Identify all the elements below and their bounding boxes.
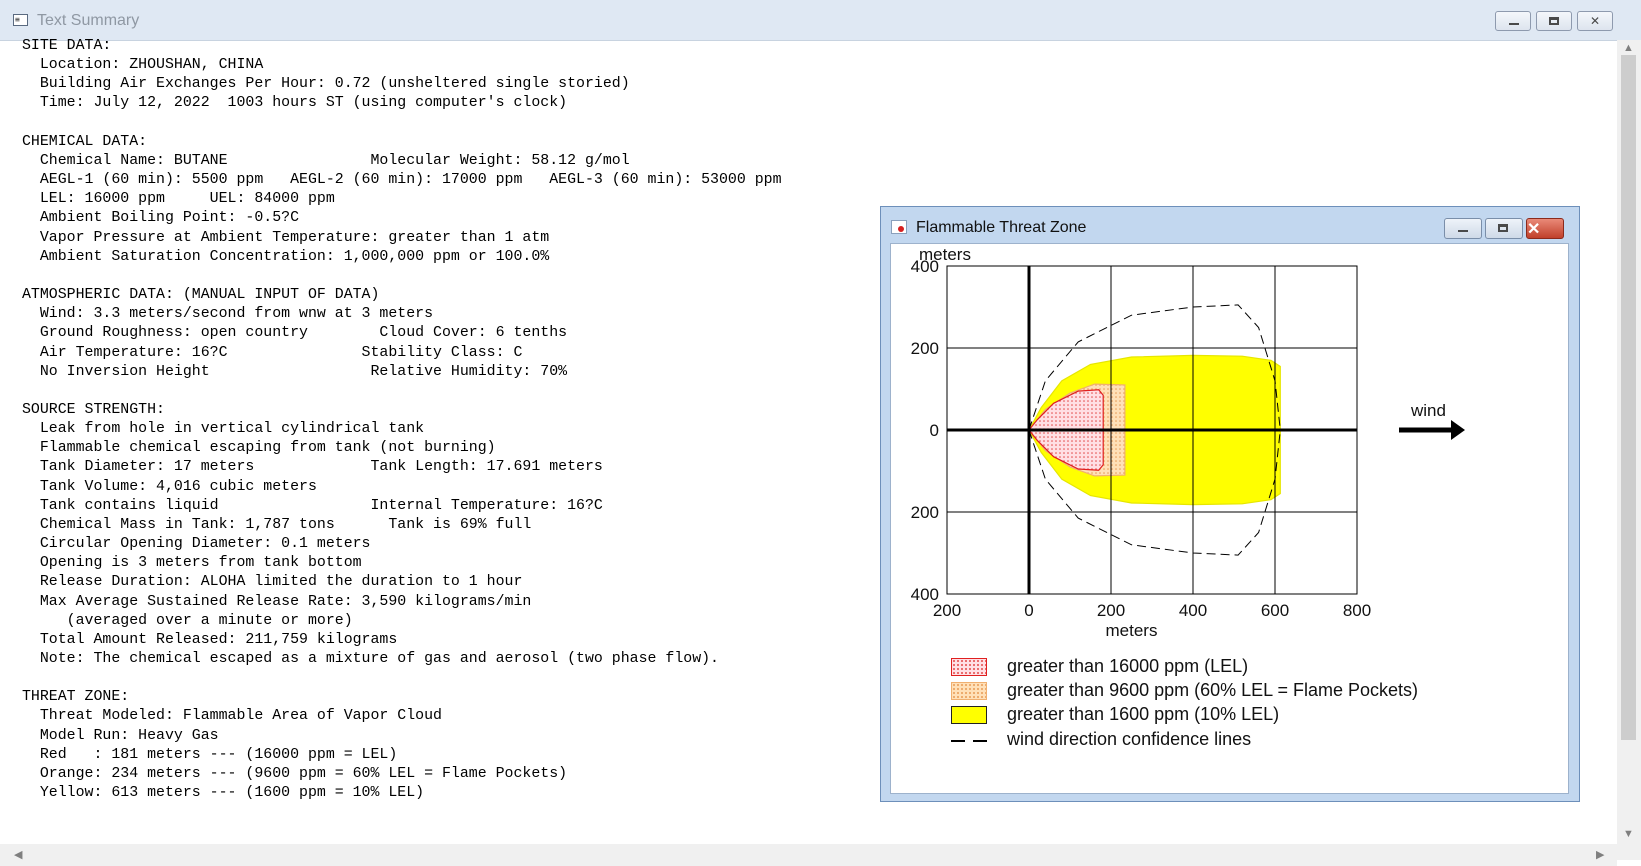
- threat-close-button[interactable]: ✕: [1526, 218, 1564, 239]
- summary-line: Circular Opening Diameter: 0.1 meters: [22, 536, 371, 553]
- summary-line: Yellow: 613 meters --- (1600 ppm = 10% L…: [22, 785, 425, 802]
- x-tick-label: 200: [1097, 601, 1125, 620]
- summary-line: Model Run: Heavy Gas: [22, 727, 219, 744]
- legend-label: wind direction confidence lines: [1007, 729, 1252, 749]
- wind-label: wind: [1410, 401, 1446, 420]
- y-tick-label: 0: [930, 421, 939, 440]
- summary-line: LEL: 16000 ppm UEL: 84000 ppm: [22, 191, 335, 208]
- y-tick-label: 400: [911, 585, 939, 604]
- x-tick-label: 600: [1261, 601, 1289, 620]
- vertical-scroll-thumb[interactable]: [1621, 55, 1636, 740]
- summary-line: CHEMICAL DATA:: [22, 133, 148, 150]
- summary-line: ATMOSPHERIC DATA: (MANUAL INPUT OF DATA): [22, 287, 380, 304]
- close-button[interactable]: ✕: [1577, 11, 1613, 31]
- summary-line: Tank Volume: 4,016 cubic meters: [22, 478, 317, 495]
- summary-line: Chemical Mass in Tank: 1,787 tons Tank i…: [22, 516, 532, 533]
- summary-line: AEGL-1 (60 min): 5500 ppm AEGL-2 (60 min…: [22, 172, 782, 189]
- summary-line: THREAT ZONE:: [22, 689, 130, 706]
- summary-line: Red : 181 meters --- (16000 ppm = LEL): [22, 746, 398, 763]
- summary-line: Building Air Exchanges Per Hour: 0.72 (u…: [22, 76, 630, 93]
- wind-arrow-head-icon: [1451, 420, 1465, 440]
- legend-label: greater than 16000 ppm (LEL): [1007, 656, 1249, 676]
- summary-line: Opening is 3 meters from tank bottom: [22, 555, 362, 572]
- summary-line: Release Duration: ALOHA limited the dura…: [22, 574, 523, 591]
- summary-line: Ambient Boiling Point: -0.5?C: [22, 210, 300, 227]
- summary-line: Flammable chemical escaping from tank (n…: [22, 440, 496, 457]
- legend-swatch-red-dotted: [951, 658, 987, 676]
- summary-line: SITE DATA:: [22, 38, 112, 54]
- threat-minimize-button[interactable]: [1444, 218, 1482, 239]
- summary-line: Orange: 234 meters --- (9600 ppm = 60% L…: [22, 765, 568, 782]
- summary-line: [22, 114, 782, 133]
- summary-line: [22, 267, 782, 286]
- y-axis-title: meters: [919, 245, 971, 264]
- summary-line: Location: ZHOUSHAN, CHINA: [22, 57, 264, 74]
- summary-line: [22, 669, 782, 688]
- threat-zone-chart-area: 200 0 200 400 600 800 400 200 0 200 400 meters meter…: [890, 243, 1569, 794]
- summary-line: Vapor Pressure at Ambient Temperature: g…: [22, 229, 550, 246]
- legend-swatch-orange-dotted: [951, 682, 987, 700]
- summary-line: Leak from hole in vertical cylindrical t…: [22, 421, 425, 438]
- threat-window-title-bar: Flammable Threat Zone ✕: [881, 207, 1579, 243]
- x-tick-label: 800: [1343, 601, 1371, 620]
- title-bar: ≡ Text Summary ✕: [0, 0, 1641, 41]
- chart-window-icon: [891, 220, 907, 234]
- legend-swatch-yellow-solid: [951, 706, 987, 724]
- scroll-right-arrow-icon[interactable]: ▶: [1596, 848, 1604, 861]
- x-tick-label: 0: [1024, 601, 1033, 620]
- y-tick-label: 200: [911, 503, 939, 522]
- threat-maximize-button[interactable]: [1485, 218, 1523, 239]
- minimize-icon: [1458, 230, 1468, 232]
- summary-line: Chemical Name: BUTANE Molecular Weight: …: [22, 152, 630, 169]
- summary-line: Note: The chemical escaped as a mixture …: [22, 651, 719, 667]
- threat-window-title: Flammable Threat Zone: [916, 219, 1087, 236]
- summary-line: Ground Roughness: open country Cloud Cov…: [22, 325, 568, 342]
- legend-swatch-dashed-line: [951, 740, 987, 742]
- summary-line: SOURCE STRENGTH:: [22, 401, 165, 418]
- minimize-button[interactable]: [1495, 11, 1531, 31]
- horizontal-scrollbar[interactable]: [0, 844, 1617, 866]
- minimize-icon: [1509, 23, 1519, 25]
- app-icon: ≡: [13, 14, 28, 26]
- window-title: Text Summary: [37, 12, 140, 29]
- x-axis-title: meters: [1106, 621, 1158, 640]
- text-summary-content: SITE DATA: Location: ZHOUSHAN, CHINA Bui…: [22, 37, 782, 803]
- close-icon: ✕: [1527, 221, 1541, 238]
- summary-line: Tank Diameter: 17 meters Tank Length: 17…: [22, 459, 603, 476]
- y-tick-label: 200: [911, 339, 939, 358]
- summary-line: Ambient Saturation Concentration: 1,000,…: [22, 248, 550, 265]
- flammable-threat-zone-window: Flammable Threat Zone ✕ 200 0 200 400 600 800…: [880, 206, 1580, 802]
- summary-line: Time: July 12, 2022 1003 hours ST (using…: [22, 95, 568, 112]
- legend-label: greater than 1600 ppm (10% LEL): [1007, 704, 1280, 724]
- summary-line: Total Amount Released: 211,759 kilograms: [22, 631, 398, 648]
- summary-line: Threat Modeled: Flammable Area of Vapor …: [22, 708, 442, 725]
- summary-line: Air Temperature: 16?C Stability Class: C: [22, 344, 523, 361]
- summary-line: No Inversion Height Relative Humidity: 7…: [22, 363, 568, 380]
- summary-line: Max Average Sustained Release Rate: 3,59…: [22, 593, 532, 610]
- summary-line: (averaged over a minute or more): [22, 612, 353, 629]
- scroll-up-arrow-icon[interactable]: ▲: [1623, 42, 1634, 54]
- maximize-icon: [1549, 17, 1559, 25]
- summary-line: [22, 382, 782, 401]
- summary-line: Wind: 3.3 meters/second from wnw at 3 me…: [22, 306, 434, 323]
- close-icon: ✕: [1589, 14, 1601, 28]
- summary-line: Tank contains liquid Internal Temperatur…: [22, 497, 603, 514]
- maximize-button[interactable]: [1536, 11, 1572, 31]
- maximize-icon: [1498, 224, 1508, 232]
- scroll-left-arrow-icon[interactable]: ◀: [14, 848, 22, 861]
- legend-label: greater than 9600 ppm (60% LEL = Flame P…: [1007, 680, 1419, 700]
- x-tick-label: 400: [1179, 601, 1207, 620]
- scroll-down-arrow-icon[interactable]: ▼: [1623, 828, 1634, 840]
